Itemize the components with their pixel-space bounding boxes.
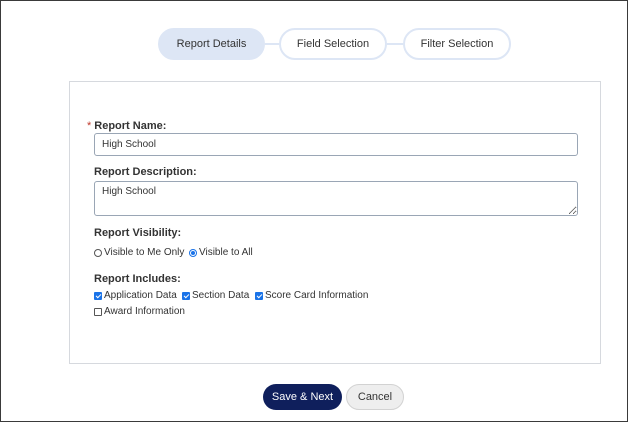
report-name-input[interactable] [94, 133, 578, 156]
include-section-data-option[interactable]: Section Data [182, 290, 249, 301]
option-label: Visible to Me Only [104, 247, 185, 258]
report-visibility-label: Report Visibility: [94, 227, 182, 239]
visibility-me-only-option[interactable]: Visible to Me Only [94, 247, 184, 258]
step-filter-selection[interactable]: Filter Selection [403, 28, 511, 60]
option-label: Application Data [104, 290, 177, 301]
checkbox-unchecked[interactable] [94, 307, 102, 316]
step-label: Report Details [176, 38, 247, 50]
option-label: Score Card Information [265, 290, 369, 301]
report-name-label: * Report Name: [87, 120, 167, 132]
step-label: Field Selection [296, 38, 370, 50]
stepper-connector [387, 43, 403, 45]
cancel-button[interactable]: Cancel [346, 384, 404, 410]
option-label: Visible to All [199, 247, 253, 258]
radio-unselected[interactable] [94, 248, 102, 257]
stepper-connector [265, 43, 279, 45]
step-label: Filter Selection [420, 38, 494, 50]
checkbox-checked[interactable] [94, 291, 102, 300]
option-label: Award Information [104, 306, 185, 317]
checkbox-checked[interactable] [255, 291, 263, 300]
report-description-label: Report Description: [94, 166, 197, 178]
report-details-card: *Report Name: Report Description: High S… [69, 81, 601, 364]
save-next-button[interactable]: Save & Next [263, 384, 342, 410]
report-description-input[interactable]: High School [94, 181, 578, 216]
include-award-information-option[interactable]: Award Information [94, 306, 185, 317]
report-includes-label: Report Includes: [94, 273, 181, 285]
required-marker: * [87, 120, 92, 132]
step-report-details[interactable]: Report Details [158, 28, 265, 60]
include-application-data-option[interactable]: Application Data [94, 290, 177, 301]
include-score-card-option[interactable]: Score Card Information [255, 290, 368, 301]
checkbox-checked[interactable] [182, 291, 190, 300]
radio-selected[interactable] [189, 248, 197, 257]
visibility-all-option[interactable]: Visible to All [189, 247, 253, 258]
step-field-selection[interactable]: Field Selection [279, 28, 387, 60]
option-label: Section Data [192, 290, 250, 301]
window-frame: Report Details Field Selection Filter Se… [0, 0, 628, 422]
